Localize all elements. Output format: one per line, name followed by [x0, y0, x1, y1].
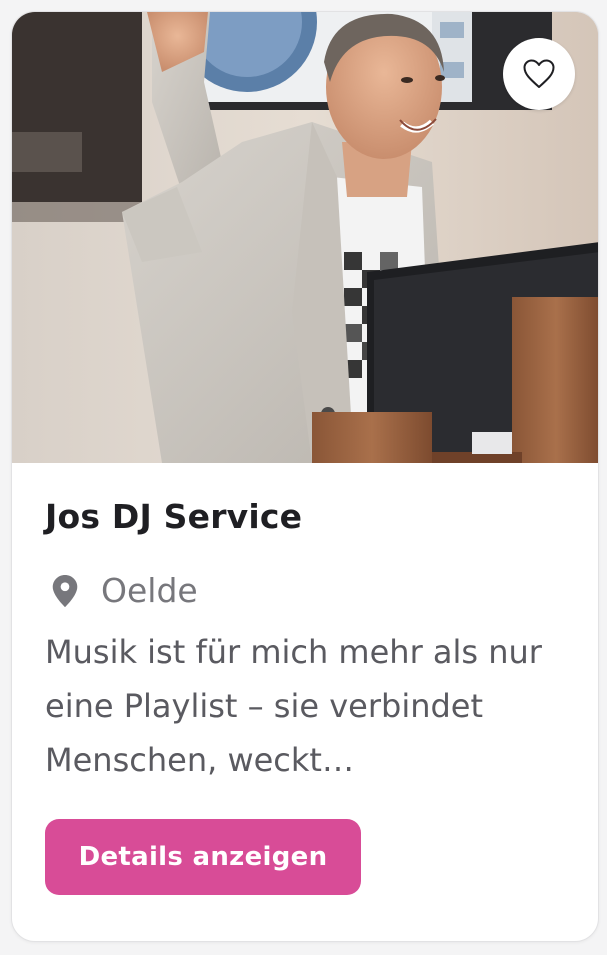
heart-outline-icon: [523, 59, 555, 88]
map-pin-icon: [52, 574, 78, 608]
listing-photo[interactable]: [12, 12, 598, 463]
listing-card[interactable]: Jos DJ Service Oelde Musik ist für mich …: [11, 11, 599, 942]
listing-title[interactable]: Jos DJ Service: [45, 493, 564, 541]
listing-location: Oelde: [45, 567, 564, 615]
listing-content: Jos DJ Service Oelde Musik ist für mich …: [12, 463, 598, 895]
favorite-button[interactable]: [503, 38, 575, 110]
listing-description: Musik ist für mich mehr als nur eine Pla…: [45, 633, 542, 779]
location-label: Oelde: [101, 571, 198, 610]
details-button[interactable]: Details anzeigen: [45, 819, 361, 895]
